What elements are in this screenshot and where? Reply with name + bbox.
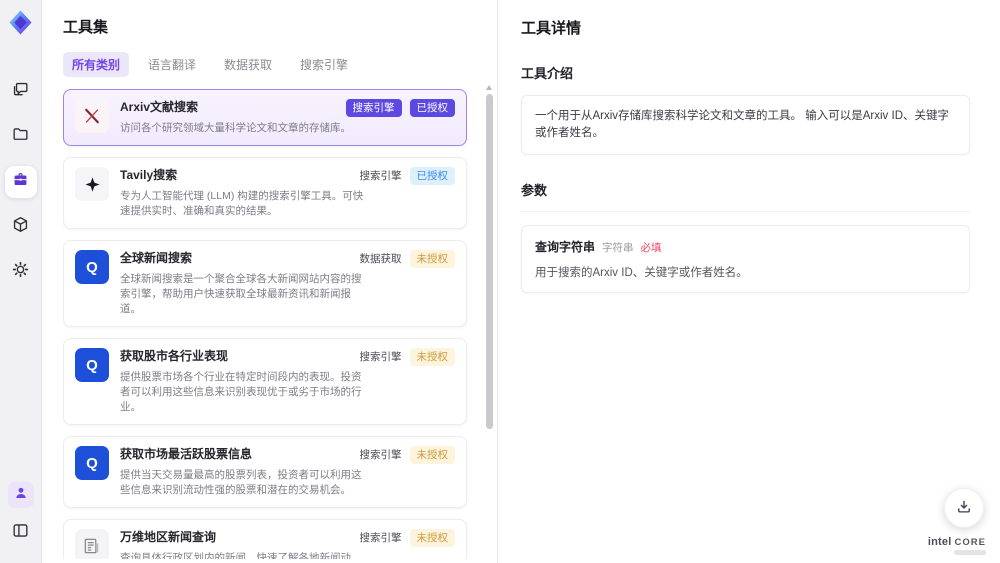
app-logo-icon [7,9,34,36]
category-tab[interactable]: 数据获取 [215,52,281,77]
tool-description: 全球新闻搜索是一个聚合全球各大新闻网站内容的搜索引擎，帮助用户快速获取全球最新资… [120,273,362,315]
brand-intel-text: intel [927,536,952,548]
sidebar-item-chat[interactable] [5,76,37,108]
active-stocks-icon: Q [75,446,109,480]
tool-name: 获取市场最活跃股票信息 [120,447,253,461]
tool-description: 访问各个研究领域大量科学论文和文章的存储库。 [120,122,351,134]
tool-name: Arxiv文献搜索 [120,100,199,114]
param-list: 查询字符串 字符串 必填 用于搜索的Arxiv ID、关键字或作者姓名。 [521,225,970,293]
tool-category-tag: 搜索引擎 [359,351,402,363]
tool-name: 万维地区新闻查询 [120,530,217,544]
sidebar-item-files[interactable] [5,121,37,153]
param-description: 用于搜索的Arxiv ID、关键字或作者姓名。 [535,267,748,279]
app-window: 工具集 所有类别 语言翻译 数据获取 搜索引擎 Arxiv文献搜索 搜索引擎 已授权 … [0,0,1000,563]
tool-category-tag: 搜索引擎 [359,170,402,182]
settings-icon [11,260,30,284]
chat-icon [11,80,30,104]
user-avatar[interactable] [7,482,34,508]
user-icon [13,485,29,506]
param-name: 查询字符串 [535,240,596,254]
tool-auth-badge: 未授权 [409,250,455,268]
sidebar-collapse-button[interactable] [5,517,37,549]
tool-category-tag: 数据获取 [359,253,402,265]
folder-icon [11,125,30,149]
brand-core-text: CORE [954,537,986,548]
tavily-icon [75,167,109,201]
stock-sector-icon: Q [75,348,109,382]
category-tab[interactable]: 所有类别 [63,52,130,77]
panel-toggle-icon [11,521,30,545]
param-required-label: 必填 [640,242,662,254]
tool-auth-badge: 未授权 [409,348,455,366]
tool-category-tag: 搜索引擎 [359,449,402,461]
scrollbar-thumb[interactable] [485,94,493,429]
brand-subtext-smudge [954,550,986,555]
sidebar-nav [4,76,37,288]
tool-description: 专为人工智能代理 (LLM) 构建的搜索引擎工具。可快速提供实时、准确和真实的结… [120,190,364,217]
regional-news-icon [75,529,109,559]
tool-name: 全球新闻搜索 [120,251,193,265]
category-tab[interactable]: 搜索引擎 [291,52,357,77]
tool-list-panel: 工具集 所有类别 语言翻译 数据获取 搜索引擎 Arxiv文献搜索 搜索引擎 已授权 … [42,0,498,563]
param-card: 查询字符串 字符串 必填 用于搜索的Arxiv ID、关键字或作者姓名。 [521,225,970,293]
tool-auth-badge: 未授权 [409,529,455,547]
category-tabs: 所有类别 语言翻译 数据获取 搜索引擎 [63,52,479,77]
intro-heading: 工具介绍 [521,66,574,81]
list-scrollbar [485,85,493,560]
intro-text: 一个用于从Arxiv存储库搜索科学论文和文章的工具。 输入可以是Arxiv ID… [535,110,949,139]
sidebar-item-tools[interactable] [4,166,37,198]
category-tab[interactable]: 语言翻译 [139,52,205,77]
tool-auth-badge: 已授权 [409,99,455,117]
tool-card[interactable]: 万维地区新闻查询 搜索引擎 未授权 查询具体行政区划内的新闻，快速了解各地新闻动 [63,519,467,559]
tool-card[interactable]: Q 获取市场最活跃股票信息 搜索引擎 未授权 提供当天交易量最高的股票列表，投资… [63,436,467,508]
tool-auth-badge: 已授权 [409,167,455,185]
global-news-search-icon: Q [75,250,109,284]
tool-name: Tavily搜索 [120,168,178,182]
toolbox-icon [11,170,30,194]
tool-category-tag: 搜索引擎 [345,99,402,117]
tool-category-tag: 搜索引擎 [359,532,402,544]
params-heading: 参数 [521,180,970,212]
tool-card[interactable]: Tavily搜索 搜索引擎 已授权 专为人工智能代理 (LLM) 构建的搜索引擎… [63,157,467,229]
tool-detail-panel: 工具详情 工具介绍 一个用于从Arxiv存储库搜索科学论文和文章的工具。 输入可… [499,0,1000,563]
tool-name: 获取股市各行业表现 [120,349,229,363]
intel-core-logo: intel CORE [928,536,986,555]
detail-title: 工具详情 [521,20,582,37]
tool-description: 提供当天交易量最高的股票列表，投资者可以利用这些信息来识别流动性强的股票和潜在的… [120,469,362,496]
tool-card[interactable]: Q 全球新闻搜索 数据获取 未授权 全球新闻搜索是一个聚合全球各大新闻网站内容的… [63,240,467,327]
tool-description: 提供股票市场各个行业在特定时间段内的表现。投资者可以利用这些信息来识别表现优于或… [120,371,362,413]
sidebar-item-settings[interactable] [5,256,37,288]
tool-auth-badge: 未授权 [409,446,455,464]
intro-box: 一个用于从Arxiv存储库搜索科学论文和文章的工具。 输入可以是Arxiv ID… [521,95,970,155]
page-title: 工具集 [63,19,109,36]
sidebar-item-plugins[interactable] [5,211,37,243]
cube-icon [11,215,30,239]
download-icon [955,498,973,519]
param-type: 字符串 [602,242,634,254]
tool-list: Arxiv文献搜索 搜索引擎 已授权 访问各个研究领域大量科学论文和文章的存储库… [63,89,479,559]
download-button[interactable] [944,488,984,528]
sidebar-bottom [5,482,37,549]
scrollbar-up-arrow-icon[interactable] [486,85,492,90]
tool-card[interactable]: Q 获取股市各行业表现 搜索引擎 未授权 提供股票市场各个行业在特定时间段内的表… [63,338,467,425]
sidebar [0,0,42,563]
arxiv-icon [75,99,109,133]
tool-description: 查询具体行政区划内的新闻，快速了解各地新闻动 [120,552,351,559]
tool-card[interactable]: Arxiv文献搜索 搜索引擎 已授权 访问各个研究领域大量科学论文和文章的存储库… [63,89,467,146]
